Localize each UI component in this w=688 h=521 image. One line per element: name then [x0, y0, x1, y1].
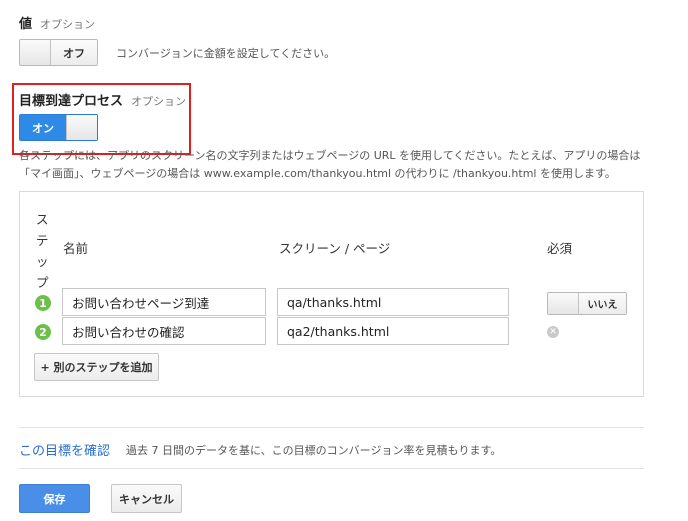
step-screen-input[interactable]: qa/thanks.html: [277, 288, 509, 316]
save-button[interactable]: 保存: [19, 484, 90, 513]
step-screen-input[interactable]: qa2/thanks.html: [277, 317, 509, 345]
value-help-text: コンバージョンに金額を設定してください。: [116, 47, 336, 60]
divider: [19, 468, 644, 469]
funnel-toggle-label: オン: [20, 115, 66, 140]
toggle-knob: [20, 40, 51, 65]
value-title: 値: [19, 17, 33, 32]
step-required-toggle[interactable]: いいえ: [547, 292, 627, 315]
funnel-toggle[interactable]: オン: [19, 114, 98, 141]
verify-description: 過去 7 日間のデータを基に、この目標のコンバージョン率を見積もります。: [126, 444, 502, 457]
cancel-button[interactable]: キャンセル: [111, 484, 182, 513]
value-toggle[interactable]: オフ: [19, 39, 98, 66]
value-heading: 値オプション: [19, 13, 95, 32]
step-required-label: いいえ: [579, 293, 626, 314]
divider: [19, 427, 644, 428]
column-header-name: 名前: [63, 241, 89, 256]
step-number-badge: 1: [35, 295, 51, 311]
toggle-knob: [66, 115, 97, 140]
add-step-button[interactable]: + 別のステップを追加: [34, 353, 159, 381]
toggle-knob: [548, 293, 579, 314]
funnel-optional-label: オプション: [131, 95, 187, 108]
funnel-heading: 目標到達プロセス オプション: [19, 90, 186, 109]
funnel-help-line1: 各ステップには、アプリのスクリーン名の文字列またはウェブページの URL を使用…: [19, 149, 641, 162]
value-optional-label: オプション: [40, 18, 96, 31]
step-name-input[interactable]: お問い合わせページ到達: [62, 288, 266, 316]
step-number-badge: 2: [35, 324, 51, 340]
column-header-required: 必須: [547, 241, 573, 256]
column-header-step: ステップ: [36, 212, 49, 290]
verify-goal-link[interactable]: この目標を確認: [19, 440, 110, 459]
funnel-title: 目標到達プロセス: [19, 94, 124, 109]
column-header-screen: スクリーン / ページ: [279, 241, 391, 256]
remove-step-icon[interactable]: ✕: [547, 326, 559, 338]
value-toggle-label: オフ: [51, 40, 97, 65]
step-name-input[interactable]: お問い合わせの確認: [62, 317, 266, 345]
funnel-help-line2: 「マイ画面」、ウェブページの場合は www.example.com/thanky…: [19, 167, 616, 180]
